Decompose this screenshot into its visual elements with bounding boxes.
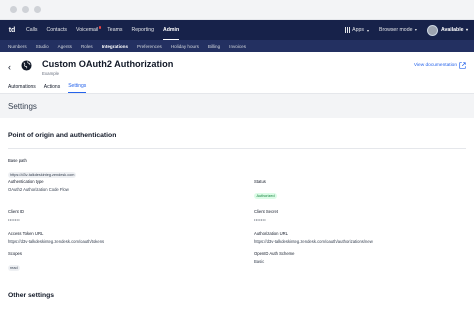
nav-calls[interactable]: Calls [26, 27, 38, 33]
tab-bar: Automations Actions Settings [0, 82, 474, 94]
field-access-token-url: Access Token URL https://d3v-talkdeskint… [8, 231, 104, 244]
client-id-label: Client ID [8, 209, 25, 214]
client-id-value: ••••••• [8, 216, 20, 222]
tab-actions[interactable]: Actions [44, 84, 60, 93]
apps-menu[interactable]: Apps ▾ [344, 27, 370, 33]
subnav-integrations[interactable]: Integrations [102, 44, 128, 49]
authorization-url-value: https://d3v-talkdeskinteg.zendesk.com/oa… [254, 238, 373, 244]
settings-content: Point of origin and authentication Base … [0, 118, 474, 271]
subnav-preferences[interactable]: Preferences [137, 44, 162, 49]
browser-mode-label: Browser mode [379, 27, 413, 33]
window-dot-close[interactable] [10, 6, 17, 13]
subnav-studio[interactable]: Studio [36, 44, 49, 49]
admin-subnavigation: Numbers Studio Agents Roles Integrations… [0, 40, 474, 52]
client-secret-value: ••••••• [254, 216, 266, 222]
window-dot-maximize[interactable] [34, 6, 41, 13]
section-divider [8, 148, 466, 149]
nav-admin[interactable]: Admin [163, 27, 180, 40]
nav-contacts[interactable]: Contacts [47, 27, 67, 33]
tab-settings[interactable]: Settings [68, 83, 87, 93]
subnav-invoices[interactable]: Invoices [229, 44, 246, 49]
field-openid-scheme: OpenID Auth Scheme Basic [254, 251, 295, 264]
chevron-down-icon: ▾ [465, 27, 468, 32]
status-label: Available [440, 27, 464, 33]
scopes-label: Scopes [8, 251, 22, 256]
settings-heading: Settings [8, 101, 37, 111]
apps-grid-icon [344, 27, 351, 33]
access-token-url-label: Access Token URL [8, 231, 44, 236]
nav-voicemail[interactable]: Voicemail [76, 26, 102, 33]
auth-type-label: Authentication type [8, 179, 44, 184]
back-arrow-icon[interactable]: ‹ [8, 62, 11, 72]
section-title-origin: Point of origin and authentication [8, 132, 117, 139]
scopes-value: read [8, 265, 20, 271]
field-scopes: Scopes read [8, 251, 22, 274]
subnav-numbers[interactable]: Numbers [8, 44, 27, 49]
user-avatar[interactable] [426, 24, 438, 36]
chevron-down-icon: ▾ [414, 27, 417, 32]
auth-type-value: OAuth2 Authorization Code Flow [8, 186, 69, 192]
access-token-url-value: https://d3v-talkdeskinteg.zendesk.com/oa… [8, 238, 105, 244]
view-documentation-link[interactable]: View documentation [414, 62, 466, 69]
chevron-down-icon: ▾ [367, 27, 370, 33]
field-client-id: Client ID ••••••• [8, 209, 24, 222]
client-secret-label: Client Secret [254, 209, 278, 214]
tab-automations[interactable]: Automations [8, 84, 36, 93]
subnav-holiday-hours[interactable]: Holiday hours [171, 44, 199, 49]
field-authorization-url: Authorization URL https://d3v-talkdeskin… [254, 231, 373, 244]
base-path-label: Base path [8, 158, 27, 163]
page-title: Custom OAuth2 Authorization [42, 59, 174, 69]
field-auth-type: Authentication type OAuth2 Authorization… [8, 179, 69, 192]
apps-label: Apps [352, 27, 364, 33]
subnav-roles[interactable]: Roles [81, 44, 93, 49]
external-link-icon [459, 62, 466, 69]
field-base-path: Base path https://d3v-talkdeskinteg.zend… [8, 158, 77, 181]
field-client-secret: Client Secret ••••••• [254, 209, 278, 222]
user-status[interactable]: Available ▾ [441, 27, 468, 33]
openid-label: OpenID Auth Scheme [254, 251, 295, 256]
subnav-agents[interactable]: Agents [58, 44, 72, 49]
status-badge: Authorized [254, 193, 278, 199]
browser-mode-menu[interactable]: Browser mode ▾ [379, 27, 417, 33]
openid-value: Basic [254, 258, 265, 264]
top-navigation: td Calls Contacts Voicemail Teams Report… [0, 20, 474, 40]
nav-reporting[interactable]: Reporting [132, 27, 155, 33]
page-subtitle: Example [42, 71, 60, 76]
notification-dot-icon [98, 26, 102, 29]
window-chrome [0, 0, 474, 20]
view-documentation-label: View documentation [413, 63, 457, 68]
section-title-other-settings: Other settings [8, 292, 55, 299]
window-dot-minimize[interactable] [22, 6, 29, 13]
globe-icon [21, 60, 32, 71]
status-field-label: Status [254, 179, 266, 184]
nav-teams[interactable]: Teams [107, 27, 122, 33]
subnav-billing[interactable]: Billing [208, 44, 220, 49]
authorization-url-label: Authorization URL [254, 231, 288, 236]
nav-voicemail-label: Voicemail [76, 27, 99, 33]
page-header: ‹ Custom OAuth2 Authorization Example Vi… [0, 52, 474, 82]
other-settings-section: Other settings [0, 292, 474, 299]
field-status: Status Authorized [254, 179, 278, 202]
talkdesk-logo[interactable]: td [6, 24, 18, 36]
base-path-value: https://d3v-talkdeskinteg.zendesk.com [8, 172, 77, 178]
settings-heading-band: Settings [0, 94, 474, 118]
